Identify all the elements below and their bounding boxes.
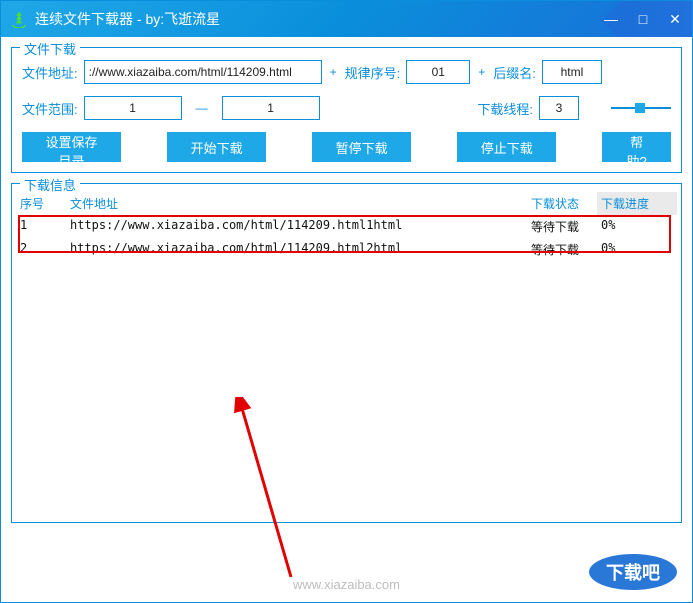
header-url: 文件地址 bbox=[66, 192, 527, 215]
url-input[interactable] bbox=[84, 60, 322, 84]
cell-status: 等待下载 bbox=[527, 238, 597, 261]
table-header: 序号 文件地址 下载状态 下载进度 bbox=[16, 192, 677, 215]
cell-idx: 2 bbox=[16, 238, 66, 261]
logo-watermark: 下载吧 bbox=[588, 552, 678, 592]
range-from-input[interactable] bbox=[84, 96, 182, 120]
minimize-button[interactable]: — bbox=[602, 11, 620, 28]
header-status: 下载状态 bbox=[527, 192, 597, 215]
table-body[interactable]: 1 https://www.xiazaiba.com/html/114209.h… bbox=[16, 215, 677, 518]
help-button[interactable]: 帮助? bbox=[602, 132, 671, 162]
suffix-label: 后缀名: bbox=[493, 63, 536, 82]
button-row: 设置保存目录 开始下载 暂停下载 停止下载 帮助? bbox=[22, 132, 671, 162]
download-fieldset: 文件下载 文件地址: + 规律序号: + 后缀名: 文件范围: — 下载线程: bbox=[11, 47, 682, 173]
cell-progress: 0% bbox=[597, 238, 677, 261]
table-row[interactable]: 1 https://www.xiazaiba.com/html/114209.h… bbox=[16, 215, 677, 238]
plus-sep-1: + bbox=[328, 65, 339, 79]
thread-label: 下载线程: bbox=[477, 99, 533, 118]
thread-slider[interactable] bbox=[611, 100, 671, 116]
table-row[interactable]: 2 https://www.xiazaiba.com/html/114209.h… bbox=[16, 238, 677, 261]
cell-idx: 1 bbox=[16, 215, 66, 238]
header-progress: 下载进度 bbox=[597, 192, 677, 215]
watermark-text: www.xiazaiba.com bbox=[293, 577, 400, 592]
app-icon bbox=[9, 9, 29, 29]
rule-input[interactable] bbox=[406, 60, 470, 84]
title-bar[interactable]: 连续文件下载器 - by:飞逝流星 — □ ✕ bbox=[1, 1, 692, 37]
cell-url: https://www.xiazaiba.com/html/114209.htm… bbox=[66, 215, 527, 238]
cell-url: https://www.xiazaiba.com/html/114209.htm… bbox=[66, 238, 527, 261]
plus-sep-2: + bbox=[476, 65, 487, 79]
stop-button[interactable]: 停止下载 bbox=[457, 132, 556, 162]
cell-status: 等待下载 bbox=[527, 215, 597, 238]
range-row: 文件范围: — 下载线程: bbox=[22, 96, 671, 120]
start-button[interactable]: 开始下载 bbox=[167, 132, 266, 162]
suffix-input[interactable] bbox=[542, 60, 602, 84]
app-window: 连续文件下载器 - by:飞逝流星 — □ ✕ 文件下载 文件地址: + 规律序… bbox=[0, 0, 693, 603]
range-to-input[interactable] bbox=[222, 96, 320, 120]
url-row: 文件地址: + 规律序号: + 后缀名: bbox=[22, 60, 671, 84]
window-body: 文件下载 文件地址: + 规律序号: + 后缀名: 文件范围: — 下载线程: bbox=[1, 37, 692, 602]
svg-text:下载吧: 下载吧 bbox=[606, 562, 660, 583]
info-legend: 下载信息 bbox=[20, 175, 80, 194]
cell-progress: 0% bbox=[597, 215, 677, 238]
range-dash: — bbox=[188, 101, 216, 115]
set-dir-button[interactable]: 设置保存目录 bbox=[22, 132, 121, 162]
maximize-button[interactable]: □ bbox=[634, 11, 652, 28]
range-label: 文件范围: bbox=[22, 99, 78, 118]
header-idx: 序号 bbox=[16, 192, 66, 215]
pause-button[interactable]: 暂停下载 bbox=[312, 132, 411, 162]
url-label: 文件地址: bbox=[22, 63, 78, 82]
window-title: 连续文件下载器 - by:飞逝流星 bbox=[35, 9, 220, 29]
info-fieldset: 下载信息 序号 文件地址 下载状态 下载进度 1 https://www.xia… bbox=[11, 183, 682, 523]
thread-input[interactable] bbox=[539, 96, 579, 120]
close-button[interactable]: ✕ bbox=[666, 11, 684, 28]
download-legend: 文件下载 bbox=[20, 39, 80, 58]
rule-label: 规律序号: bbox=[345, 63, 401, 82]
